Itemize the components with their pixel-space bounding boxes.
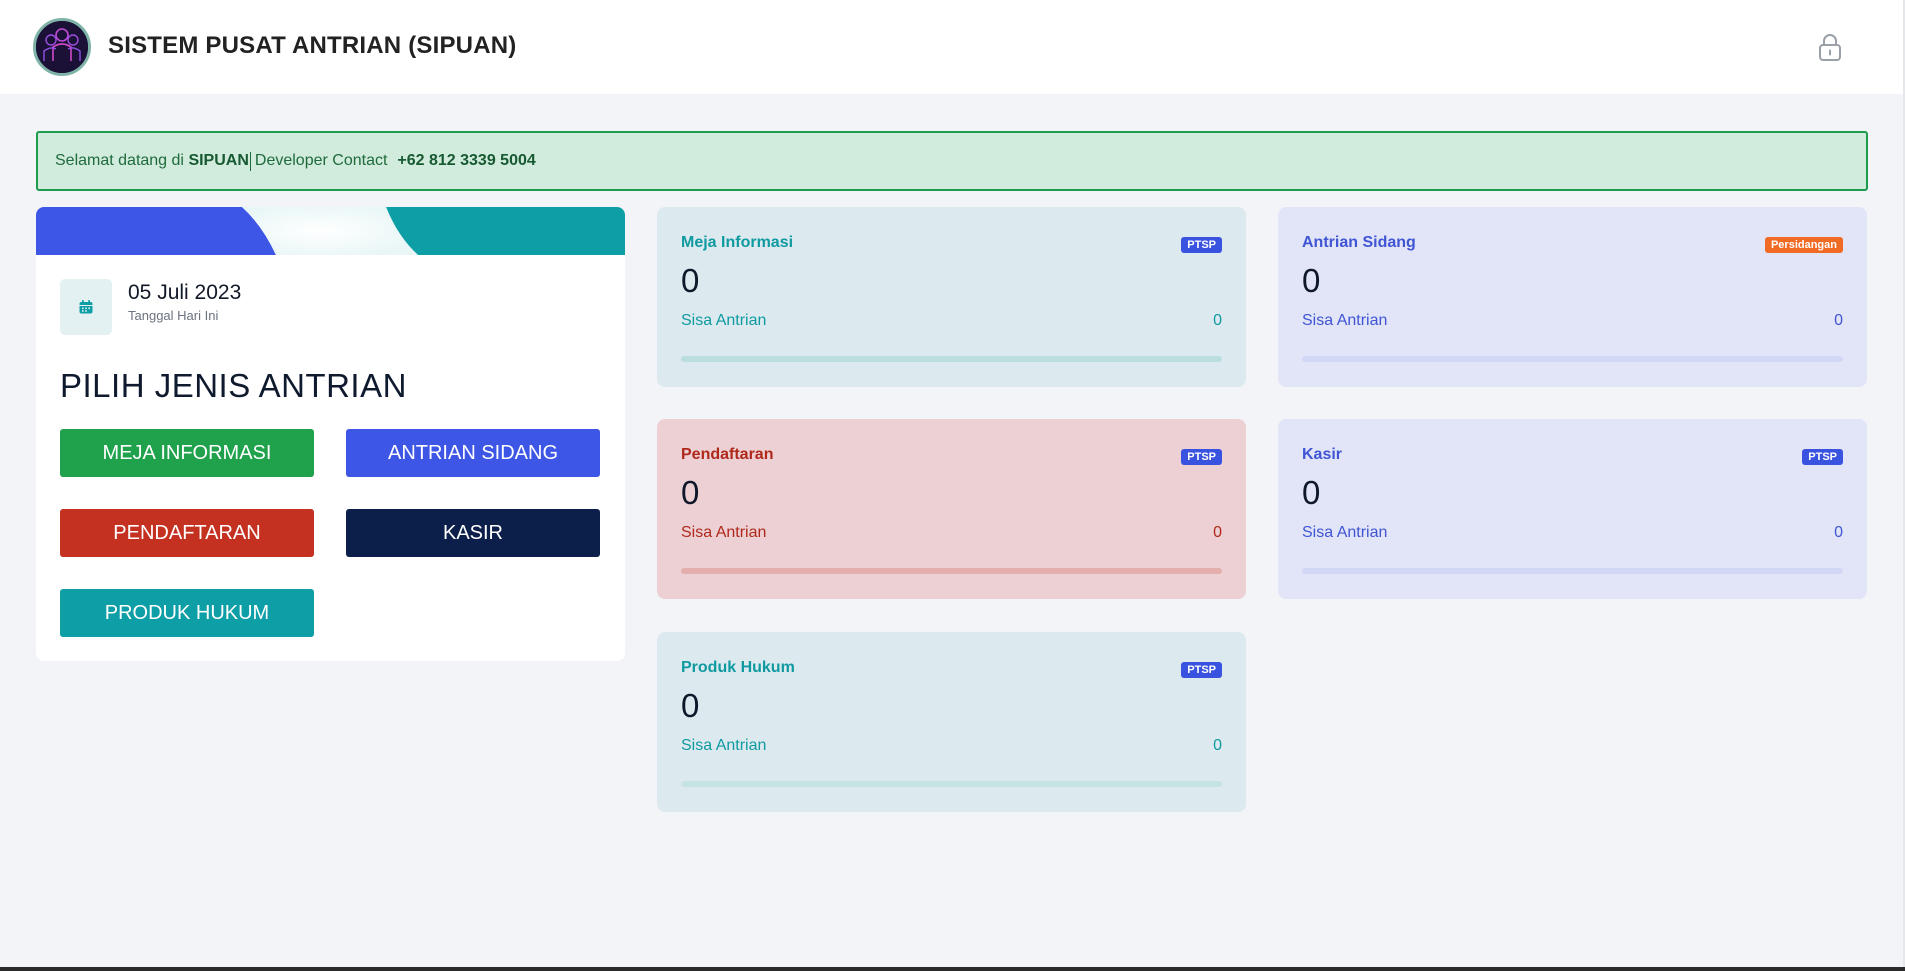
- app-title: SISTEM PUSAT ANTRIAN (SIPUAN): [108, 32, 517, 59]
- kasir-button[interactable]: KASIR: [346, 509, 600, 557]
- text-cursor: [249, 151, 251, 171]
- queue-count: 0: [1302, 262, 1321, 299]
- ptsp-badge: PTSP: [1802, 449, 1843, 465]
- alert-contact-label: Developer Contact: [254, 152, 388, 169]
- queue-selection-card: 05 Juli 2023 Tanggal Hari Ini PILIH JENI…: [36, 207, 625, 661]
- progress-bar: [681, 568, 1222, 574]
- bottom-strip: [0, 967, 1905, 971]
- pendaftaran-button[interactable]: PENDAFTARAN: [60, 509, 314, 557]
- remaining-value: 0: [1213, 737, 1222, 754]
- produk-hukum-button[interactable]: PRODUK HUKUM: [60, 589, 314, 637]
- alert-contact-number: +62 812 3339 5004: [397, 152, 536, 169]
- kasir-card: Kasir PTSP 0 Sisa Antrian 0: [1278, 419, 1867, 599]
- remaining-value: 0: [1834, 524, 1843, 541]
- alert-brand: SIPUAN: [188, 152, 249, 169]
- stat-name: Meja Informasi: [681, 234, 794, 251]
- remaining-label: Sisa Antrian: [1302, 312, 1388, 329]
- calendar-icon: [79, 300, 93, 314]
- meja-informasi-button[interactable]: MEJA INFORMASI: [60, 429, 314, 477]
- app-logo: [33, 18, 91, 76]
- people-logo-icon: [36, 21, 88, 73]
- stat-name: Kasir: [1302, 446, 1343, 463]
- welcome-alert: Selamat datang di SIPUAN Developer Conta…: [36, 131, 1868, 191]
- ptsp-badge: PTSP: [1181, 662, 1222, 678]
- ptsp-badge: PTSP: [1181, 237, 1222, 253]
- pendaftaran-card: Pendaftaran PTSP 0 Sisa Antrian 0: [657, 419, 1246, 599]
- remaining-value: 0: [1213, 524, 1222, 541]
- stat-name: Pendaftaran: [681, 446, 774, 463]
- card-banner: [36, 207, 625, 255]
- lock-icon[interactable]: [1816, 32, 1844, 62]
- queue-count: 0: [681, 262, 700, 299]
- remaining-label: Sisa Antrian: [681, 737, 767, 754]
- progress-bar: [681, 781, 1222, 787]
- progress-bar: [1302, 356, 1843, 362]
- progress-bar: [1302, 568, 1843, 574]
- remaining-label: Sisa Antrian: [681, 524, 767, 541]
- stat-name: Produk Hukum: [681, 659, 795, 676]
- progress-bar: [681, 356, 1222, 362]
- remaining-label: Sisa Antrian: [681, 312, 767, 329]
- remaining-label: Sisa Antrian: [1302, 524, 1388, 541]
- date-caption: Tanggal Hari Ini: [128, 308, 219, 323]
- queue-count: 0: [681, 474, 700, 511]
- app-header: SISTEM PUSAT ANTRIAN (SIPUAN): [0, 0, 1905, 94]
- ptsp-badge: PTSP: [1181, 449, 1222, 465]
- date-value: 05 Juli 2023: [128, 281, 242, 304]
- produk-hukum-card: Produk Hukum PTSP 0 Sisa Antrian 0: [657, 632, 1246, 812]
- persidangan-badge: Persidangan: [1764, 237, 1843, 253]
- meja-informasi-card: Meja Informasi PTSP 0 Sisa Antrian 0: [657, 207, 1246, 387]
- alert-prefix: Selamat datang di: [55, 152, 184, 169]
- queue-count: 0: [681, 687, 700, 724]
- queue-count: 0: [1302, 474, 1321, 511]
- remaining-value: 0: [1834, 312, 1843, 329]
- stat-name: Antrian Sidang: [1302, 234, 1416, 251]
- antrian-sidang-button[interactable]: ANTRIAN SIDANG: [346, 429, 600, 477]
- queue-type-title: PILIH JENIS ANTRIAN: [60, 367, 407, 404]
- calendar-icon-box: [60, 279, 112, 335]
- antrian-sidang-card: Antrian Sidang Persidangan 0 Sisa Antria…: [1278, 207, 1867, 387]
- remaining-value: 0: [1213, 312, 1222, 329]
